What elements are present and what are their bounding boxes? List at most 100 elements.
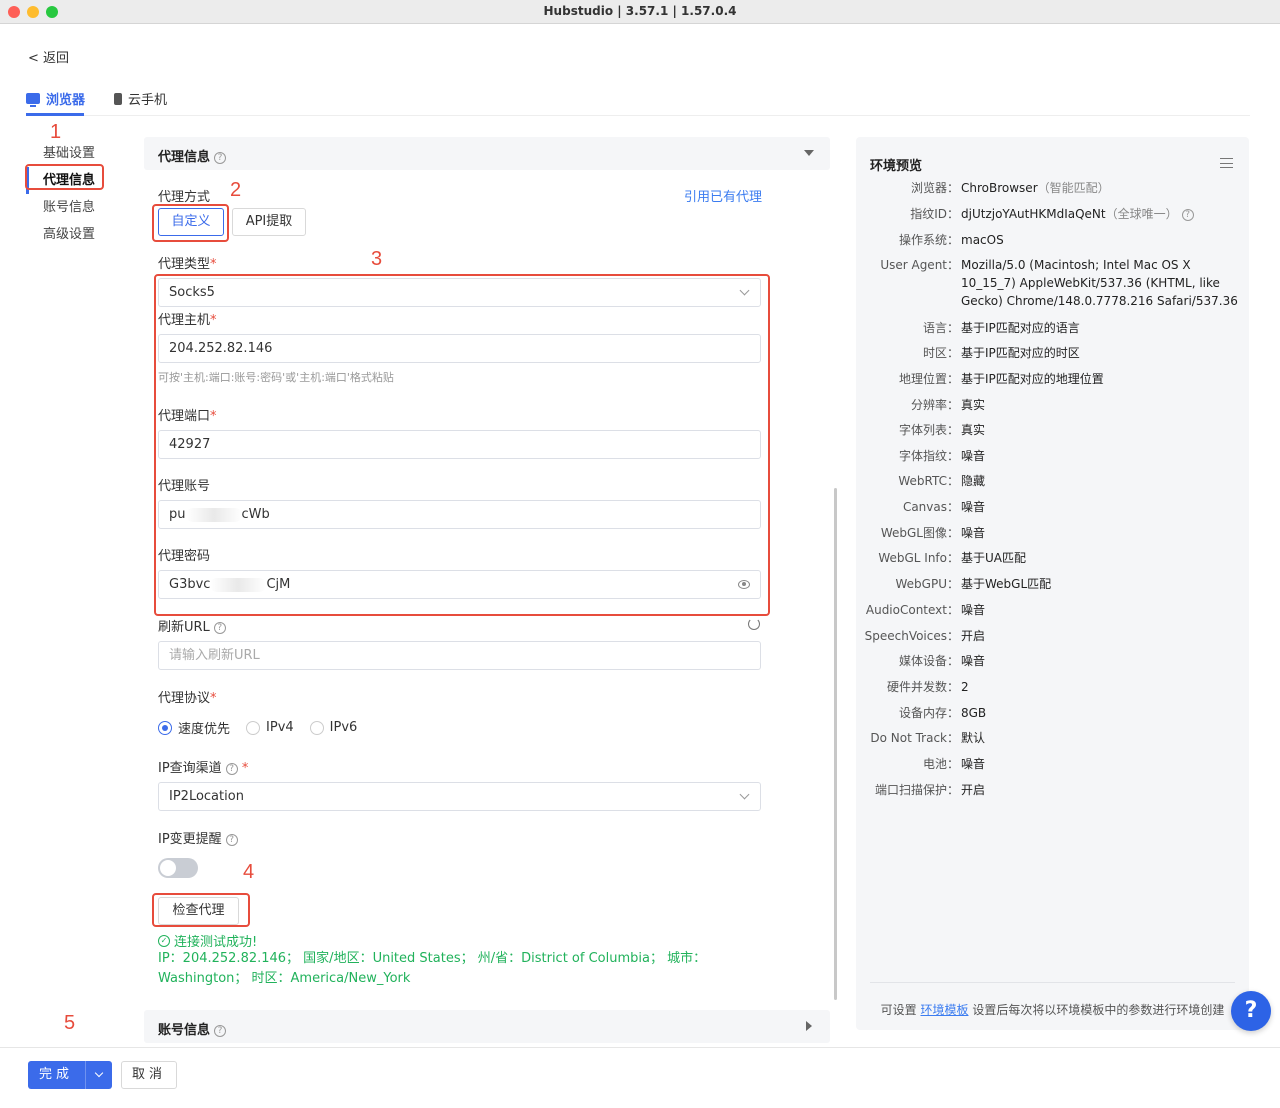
done-button-label: 完成 bbox=[38, 1067, 73, 1082]
preview-key: 浏览器： bbox=[910, 181, 959, 195]
help-icon[interactable]: ? bbox=[214, 1024, 227, 1037]
preview-row-ua: User Agent： Mozilla/5.0 (Macintosh; Intel… bbox=[856, 256, 1249, 310]
ip-query-select[interactable]: IP2Location bbox=[158, 782, 761, 811]
proxy-account-prefix: pu bbox=[169, 507, 186, 522]
refresh-url-input[interactable]: 请输入刷新URL bbox=[158, 641, 761, 670]
help-icon[interactable]: ? bbox=[225, 833, 238, 846]
preview-value: 噪音 bbox=[961, 526, 986, 540]
preview-value: 噪音 bbox=[961, 500, 986, 514]
preview-row-fonts: 字体列表： 真实 bbox=[856, 421, 1249, 439]
proxy-account-label: 代理账号 bbox=[158, 479, 211, 494]
preview-row-timezone: 时区： 基于IP匹配对应的时区 bbox=[856, 344, 1249, 362]
preview-value: 噪音 bbox=[961, 654, 986, 668]
refresh-icon[interactable] bbox=[748, 618, 760, 630]
preview-key: 端口扫描保护： bbox=[874, 783, 959, 797]
preview-row-geo: 地理位置： 基于IP匹配对应的地理位置 bbox=[856, 370, 1249, 388]
proxy-account-input[interactable]: pu cWb bbox=[158, 500, 761, 529]
done-button[interactable]: 完成 bbox=[28, 1061, 112, 1089]
window-title: Hubstudio | 3.57.1 | 1.57.0.4 bbox=[543, 4, 737, 18]
preview-row-webgl-image: WebGL图像： 噪音 bbox=[856, 524, 1249, 542]
preview-row-webgpu: WebGPU： 基于WebGL匹配 bbox=[856, 575, 1249, 593]
help-icon[interactable]: ? bbox=[225, 762, 238, 775]
back-link[interactable]: < 返回 bbox=[28, 47, 69, 66]
preview-value: Mozilla/5.0 (Macintosh; Intel Mac OS X 1… bbox=[961, 258, 1238, 308]
side-item-proxy[interactable]: 代理信息 bbox=[26, 167, 116, 194]
preview-row-font-fp: 字体指纹： 噪音 bbox=[856, 447, 1249, 465]
radio-ipv4[interactable]: IPv4 bbox=[246, 718, 294, 737]
preview-key: 媒体设备： bbox=[898, 654, 959, 668]
environment-preview: 环境预览 浏览器： ChroBrowser（智能匹配） 指纹ID： djUtzjoY… bbox=[856, 137, 1249, 1030]
proxy-protocol-label: 代理协议* bbox=[158, 687, 217, 706]
preview-value: 基于IP匹配对应的语言 bbox=[961, 321, 1080, 335]
scrollbar[interactable] bbox=[834, 488, 837, 1000]
preview-row-webrtc: WebRTC： 隐藏 bbox=[856, 472, 1249, 490]
cancel-button[interactable]: 取消 bbox=[121, 1061, 177, 1089]
redaction-blur bbox=[185, 507, 242, 522]
help-icon[interactable]: ? bbox=[213, 621, 226, 634]
refresh-url-label: 刷新URL? bbox=[158, 616, 226, 635]
side-item-advanced[interactable]: 高级设置 bbox=[26, 221, 116, 248]
check-proxy-button[interactable]: 检查代理 bbox=[158, 897, 239, 925]
footer-bar: 完成 取消 bbox=[0, 1047, 1280, 1108]
dropdown-arrow-icon[interactable] bbox=[85, 1061, 112, 1089]
expand-icon[interactable] bbox=[806, 1021, 812, 1031]
help-icon[interactable]: ? bbox=[1181, 208, 1194, 221]
ip-change-label-text: IP变更提醒 bbox=[158, 832, 222, 847]
help-icon[interactable]: ? bbox=[214, 151, 227, 164]
preview-key: WebGL图像： bbox=[880, 526, 959, 540]
annotation-5: 5 bbox=[64, 1012, 76, 1034]
eye-icon[interactable] bbox=[738, 580, 750, 589]
preview-title: 环境预览 bbox=[870, 159, 923, 174]
list-menu-icon[interactable] bbox=[1220, 158, 1233, 168]
preview-row-dnt: Do Not Track： 默认 bbox=[856, 729, 1249, 747]
side-item-account[interactable]: 账号信息 bbox=[26, 194, 116, 221]
proxy-type-label-text: 代理类型 bbox=[158, 257, 211, 272]
proxy-section-title: 代理信息 bbox=[158, 150, 211, 165]
account-section-header[interactable]: 账号信息? bbox=[144, 1010, 830, 1043]
browser-icon bbox=[26, 93, 40, 107]
ip-change-toggle[interactable] bbox=[158, 858, 198, 878]
proxy-host-input[interactable]: 204.252.82.146 bbox=[158, 334, 761, 363]
phone-icon bbox=[114, 92, 122, 105]
required-mark: * bbox=[210, 409, 217, 424]
ip-detail: IP：204.252.82.146； 国家/地区：United States； … bbox=[158, 951, 707, 986]
mode-custom-button[interactable]: 自定义 bbox=[158, 208, 224, 236]
chevron-down-icon bbox=[739, 285, 750, 296]
footer-text: 设置后每次将以环境模板中的参数进行环境创建 bbox=[972, 1003, 1225, 1017]
preview-key: 时区： bbox=[922, 346, 959, 360]
tab-cloud-phone[interactable]: 云手机 bbox=[114, 89, 167, 108]
radio-speed-first[interactable]: 速度优先 bbox=[158, 718, 230, 737]
proxy-form: 代理信息? 代理方式 引用已有代理 自定义 API提取 代理类型* Socks5… bbox=[144, 137, 832, 1047]
preview-value: 噪音 bbox=[961, 603, 986, 617]
radio-label: IPv4 bbox=[266, 720, 294, 735]
preview-row-resolution: 分辨率： 真实 bbox=[856, 396, 1249, 414]
proxy-section-header[interactable]: 代理信息? bbox=[144, 137, 830, 170]
preview-key: 指纹ID： bbox=[910, 207, 959, 221]
protocol-radio-group: 速度优先 IPv4 IPv6 bbox=[158, 718, 357, 737]
proxy-password-input[interactable]: G3bvc CjM bbox=[158, 570, 761, 599]
radio-ipv6[interactable]: IPv6 bbox=[309, 718, 357, 737]
preview-row-speech: SpeechVoices： 开启 bbox=[856, 627, 1249, 645]
required-mark: * bbox=[241, 761, 249, 776]
window-titlebar: Hubstudio | 3.57.1 | 1.57.0.4 bbox=[0, 0, 1280, 24]
proxy-type-select[interactable]: Socks5 bbox=[158, 278, 761, 307]
tab-browser[interactable]: 浏览器 bbox=[26, 89, 85, 108]
preview-value: 8GB bbox=[961, 706, 987, 720]
side-item-basic[interactable]: 基础设置 bbox=[26, 140, 116, 167]
preview-value: 噪音 bbox=[961, 449, 986, 463]
template-link[interactable]: 环境模板 bbox=[920, 1003, 968, 1017]
help-float-button[interactable]: ? bbox=[1231, 991, 1271, 1031]
top-tabs: 浏览器 云手机 bbox=[26, 86, 1250, 116]
ip-change-label: IP变更提醒? bbox=[158, 828, 238, 847]
proxy-port-input[interactable]: 42927 bbox=[158, 430, 761, 459]
use-existing-proxy-link[interactable]: 引用已有代理 bbox=[684, 186, 762, 205]
radio-dot bbox=[246, 720, 261, 735]
radio-dot bbox=[158, 720, 172, 735]
preview-key: 地理位置： bbox=[898, 372, 959, 386]
preview-row-audio: AudioContext： 噪音 bbox=[856, 601, 1249, 619]
collapse-icon[interactable] bbox=[804, 150, 814, 156]
preview-key: 语言： bbox=[922, 321, 959, 335]
proxy-type-label: 代理类型* bbox=[158, 253, 217, 272]
required-mark: * bbox=[210, 313, 217, 328]
mode-api-button[interactable]: API提取 bbox=[232, 208, 306, 236]
